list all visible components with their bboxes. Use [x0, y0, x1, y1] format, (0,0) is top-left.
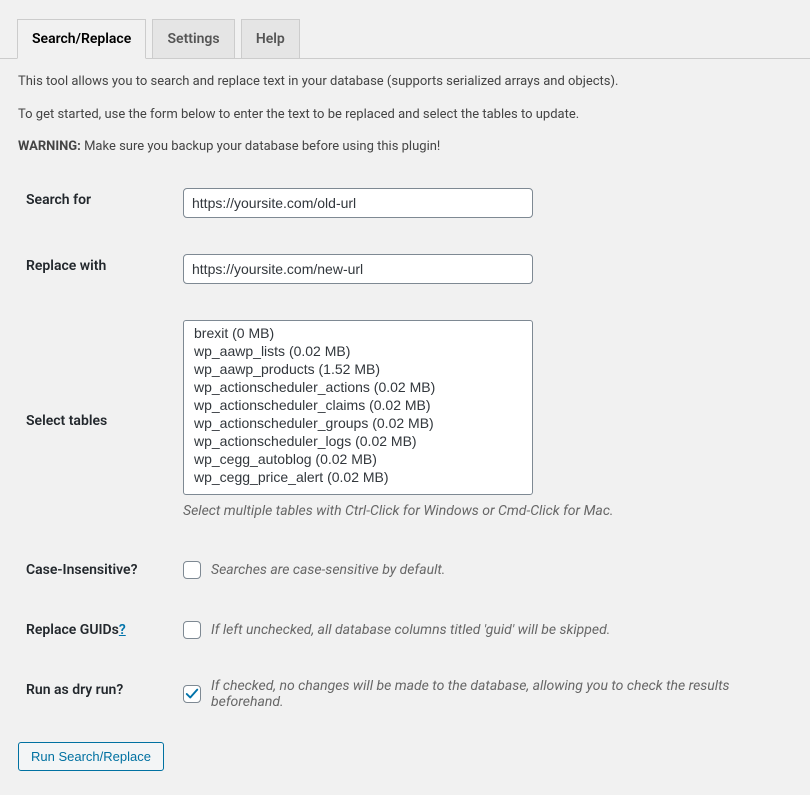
dry-run-checkbox[interactable]	[183, 685, 201, 703]
replace-guids-checkbox[interactable]	[183, 621, 201, 639]
table-option[interactable]: wp_actionscheduler_claims (0.02 MB)	[190, 396, 526, 414]
table-option[interactable]: wp_actionscheduler_logs (0.02 MB)	[190, 432, 526, 450]
replace-guids-label: Replace GUIDs?	[18, 600, 173, 660]
check-icon	[185, 687, 199, 701]
search-for-input[interactable]	[183, 188, 533, 218]
tab-help[interactable]: Help	[241, 19, 300, 59]
case-insensitive-desc: Searches are case-sensitive by default.	[211, 562, 445, 578]
run-search-replace-button[interactable]: Run Search/Replace	[18, 742, 164, 771]
replace-with-label: Replace with	[18, 236, 173, 302]
table-option[interactable]: brexit (0 MB)	[190, 324, 526, 342]
warning-body: Make sure you backup your database befor…	[81, 139, 440, 154]
table-option[interactable]: wp_aawp_products (1.52 MB)	[190, 360, 526, 378]
table-option[interactable]: wp_aawp_lists (0.02 MB)	[190, 342, 526, 360]
dry-run-desc: If checked, no changes will be made to t…	[211, 678, 782, 710]
tab-bar: Search/Replace Settings Help	[0, 0, 810, 59]
intro-text-1: This tool allows you to search and repla…	[18, 72, 792, 92]
intro-text-2: To get started, use the form below to en…	[18, 105, 792, 125]
replace-guids-desc: If left unchecked, all database columns …	[211, 622, 610, 638]
table-option[interactable]: wp_cegg_price_alert (0.02 MB)	[190, 468, 526, 486]
table-option[interactable]: wp_actionscheduler_actions (0.02 MB)	[190, 378, 526, 396]
case-insensitive-label: Case-Insensitive?	[18, 540, 173, 600]
warning-label: WARNING:	[18, 139, 81, 154]
replace-guids-label-text: Replace GUIDs	[26, 622, 119, 638]
search-for-label: Search for	[18, 170, 173, 236]
dry-run-label: Run as dry run?	[18, 660, 173, 728]
select-tables-help: Select multiple tables with Ctrl-Click f…	[183, 501, 782, 522]
replace-with-input[interactable]	[183, 254, 533, 284]
table-option[interactable]: wp_actionscheduler_groups (0.02 MB)	[190, 414, 526, 432]
select-tables[interactable]: brexit (0 MB) wp_aawp_lists (0.02 MB) wp…	[183, 320, 533, 495]
select-tables-label: Select tables	[18, 302, 173, 540]
replace-guids-help-link[interactable]: ?	[119, 622, 126, 638]
warning-text: WARNING: Make sure you backup your datab…	[18, 137, 792, 157]
table-option[interactable]: wp_cegg_autoblog (0.02 MB)	[190, 450, 526, 468]
tab-settings[interactable]: Settings	[152, 19, 234, 59]
tab-search-replace[interactable]: Search/Replace	[17, 19, 146, 59]
case-insensitive-checkbox[interactable]	[183, 561, 201, 579]
